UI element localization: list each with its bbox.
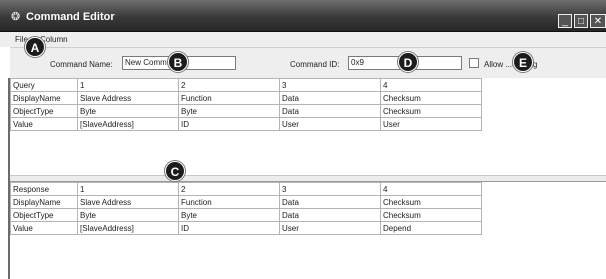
grid-cell[interactable]: Byte: [178, 208, 280, 222]
grid-cell[interactable]: ObjectType: [10, 104, 78, 118]
allow-checkbox[interactable]: [469, 58, 479, 68]
grid-cell[interactable]: ID: [178, 221, 280, 235]
grid-cell[interactable]: 1: [77, 182, 179, 196]
grid-cell[interactable]: Slave Address: [77, 195, 179, 209]
grid-cell[interactable]: 3: [279, 182, 381, 196]
callout-e: E: [513, 52, 533, 72]
grid-cell[interactable]: Query: [10, 78, 78, 92]
grid-cell[interactable]: 2: [178, 78, 280, 92]
grid-cell[interactable]: Checksum: [380, 195, 482, 209]
table-row: DisplayName Slave Address Function Data …: [10, 195, 482, 209]
grid-cell[interactable]: Checksum: [380, 208, 482, 222]
table-row: Query 1 2 3 4: [10, 78, 482, 92]
grid-cell[interactable]: Byte: [77, 208, 179, 222]
title-bar[interactable]: ❂ Command Editor _ □ ✕: [0, 0, 606, 32]
grid-cell[interactable]: Data: [279, 195, 381, 209]
callout-d: D: [398, 52, 418, 72]
close-button[interactable]: ✕: [590, 14, 606, 28]
grid-cell[interactable]: Data: [279, 91, 381, 105]
table-row: Value [SlaveAddress] ID User User: [10, 117, 482, 131]
grid-cell[interactable]: Checksum: [380, 104, 482, 118]
grid-cell[interactable]: 3: [279, 78, 381, 92]
grid-cell[interactable]: 4: [380, 78, 482, 92]
table-row: Response 1 2 3 4: [10, 182, 482, 196]
grid-cell[interactable]: 1: [77, 78, 179, 92]
grid-cell[interactable]: 4: [380, 182, 482, 196]
grid-cell[interactable]: Response: [10, 182, 78, 196]
grid-cell[interactable]: [SlaveAddress]: [77, 117, 179, 131]
grid-cell[interactable]: Value: [10, 221, 78, 235]
callout-b: B: [168, 52, 188, 72]
grid-cell[interactable]: DisplayName: [10, 91, 78, 105]
grid-cell[interactable]: Slave Address: [77, 91, 179, 105]
table-row: DisplayName Slave Address Function Data …: [10, 91, 482, 105]
grid-cell[interactable]: Data: [279, 104, 381, 118]
table-row: Value [SlaveAddress] ID User Depend: [10, 221, 482, 235]
grid-cell[interactable]: Value: [10, 117, 78, 131]
gear-icon: ❂: [11, 11, 21, 23]
query-grid: Query 1 2 3 4 DisplayName Slave Address …: [10, 78, 482, 131]
menu-bar: File Column: [0, 32, 606, 47]
query-panel: Query 1 2 3 4 DisplayName Slave Address …: [10, 78, 606, 175]
grid-cell[interactable]: DisplayName: [10, 195, 78, 209]
grid-cell[interactable]: Byte: [77, 104, 179, 118]
window-title: Command Editor: [26, 11, 115, 23]
grid-cell[interactable]: Function: [178, 195, 280, 209]
grid-cell[interactable]: Byte: [178, 104, 280, 118]
grid-cell[interactable]: Checksum: [380, 91, 482, 105]
command-id-label: Command ID:: [290, 60, 340, 69]
grid-cell[interactable]: Data: [279, 208, 381, 222]
response-panel: Response 1 2 3 4 DisplayName Slave Addre…: [10, 182, 606, 279]
grid-cell[interactable]: ObjectType: [10, 208, 78, 222]
grid-cell[interactable]: Function: [178, 91, 280, 105]
maximize-button[interactable]: □: [574, 14, 588, 28]
command-name-label: Command Name:: [50, 60, 113, 69]
grid-cell[interactable]: User: [279, 221, 381, 235]
table-row: ObjectType Byte Byte Data Checksum: [10, 104, 482, 118]
command-editor-window: ❂ Command Editor _ □ ✕ File Column Comma…: [0, 0, 606, 279]
grid-cell[interactable]: User: [279, 117, 381, 131]
callout-c: C: [165, 161, 185, 181]
minimize-button[interactable]: _: [558, 14, 572, 28]
grid-cell[interactable]: 2: [178, 182, 280, 196]
grid-cell[interactable]: ID: [178, 117, 280, 131]
response-grid: Response 1 2 3 4 DisplayName Slave Addre…: [10, 182, 482, 235]
table-row: ObjectType Byte Byte Data Checksum: [10, 208, 482, 222]
callout-a: A: [25, 37, 45, 57]
grid-cell[interactable]: [SlaveAddress]: [77, 221, 179, 235]
panel-splitter[interactable]: [10, 175, 606, 182]
grid-cell[interactable]: Depend: [380, 221, 482, 235]
grid-cell[interactable]: User: [380, 117, 482, 131]
